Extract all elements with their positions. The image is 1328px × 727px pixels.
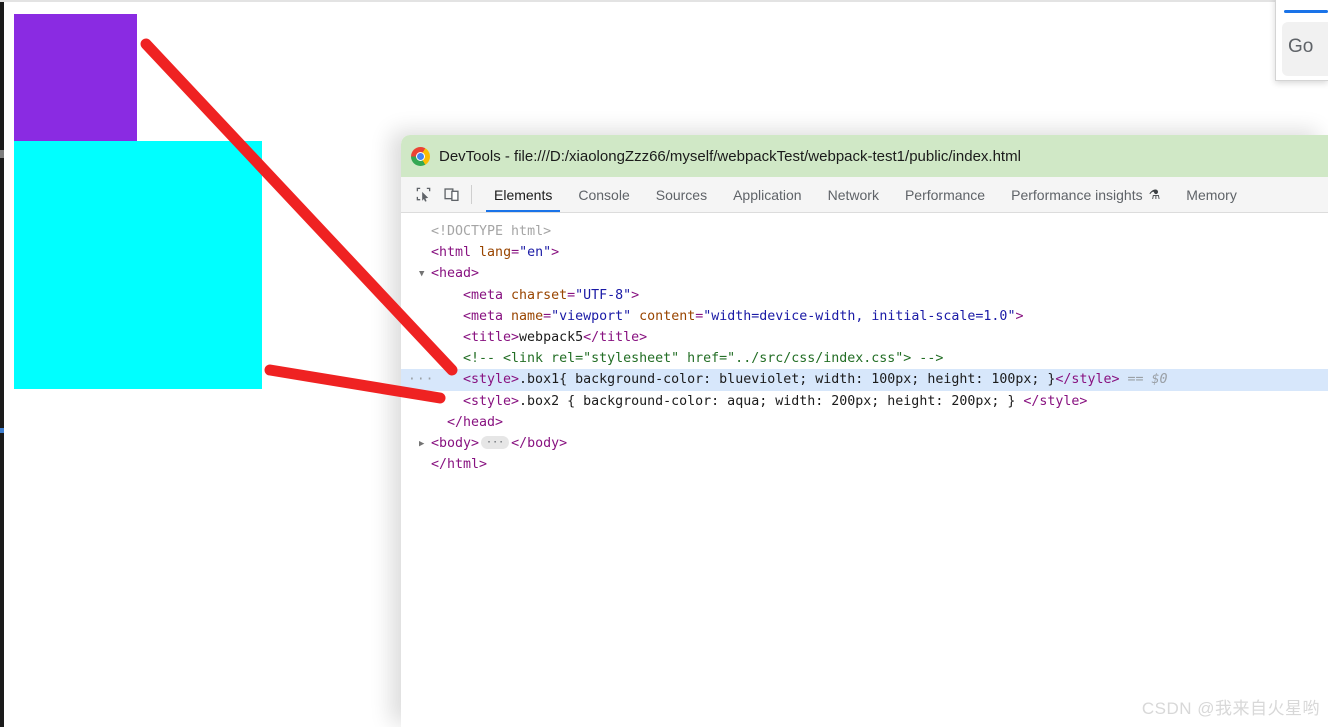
experiment-flask-icon: ⚗ — [1148, 186, 1161, 202]
dom-tag — [631, 309, 639, 324]
dom-attr-name: lang — [479, 245, 512, 261]
dom-tag: <title> — [463, 329, 520, 345]
dom-tag: </head> — [447, 414, 504, 430]
left-edge-window-sliver — [0, 2, 4, 727]
dom-row[interactable]: <title>webpack5</title> — [401, 327, 1328, 348]
dom-tag: <meta — [463, 308, 512, 324]
dom-sel-ref: == $0 — [1119, 372, 1168, 388]
dom-row[interactable]: <meta charset="UTF-8"> — [401, 285, 1328, 306]
tab-sources-label: Sources — [655, 186, 708, 203]
tab-performance-insights[interactable]: Performance insights ⚗ — [998, 177, 1173, 212]
devtools-tabbar: Elements Console Sources Application Net… — [401, 177, 1328, 213]
background-browser-window[interactable]: Go — [1275, 0, 1328, 81]
dom-attr-val: "viewport" — [551, 308, 632, 324]
dom-row[interactable]: <style>.box2 { background-color: aqua; w… — [401, 391, 1328, 412]
left-edge-sliver-blue-segment — [0, 428, 4, 433]
dom-tag: </html> — [431, 457, 488, 473]
background-window-card-label: Go — [1288, 36, 1314, 57]
tab-sources[interactable]: Sources — [643, 177, 720, 212]
toolbar-divider — [471, 185, 472, 204]
dom-row[interactable]: <!DOCTYPE html> — [401, 221, 1328, 242]
dom-tag: = — [511, 245, 520, 261]
dom-tag: </style> — [1023, 393, 1088, 409]
devtools-titlebar[interactable]: DevTools - file:///D:/xiaolongZzz66/myse… — [401, 135, 1328, 177]
inspect-element-icon[interactable] — [409, 177, 437, 212]
dom-row[interactable]: </head> — [401, 412, 1328, 433]
dom-doctype: <!DOCTYPE html> — [431, 224, 552, 239]
row-gutter-ellipsis-icon[interactable]: ··· — [408, 369, 434, 390]
dom-row[interactable]: ··· <style>.box1{ background-color: bluev… — [401, 369, 1328, 391]
dom-tag: </style> — [1055, 372, 1120, 388]
rendered-box1 — [14, 14, 137, 141]
tab-network-label: Network — [827, 186, 879, 203]
csdn-watermark: CSDN @我来自火星哟 — [1141, 699, 1320, 718]
dom-tag: </title> — [583, 329, 648, 345]
page-top-divider — [0, 0, 1328, 2]
dom-row[interactable]: ▼ <head> — [401, 263, 1328, 284]
dom-comment: <!-- <link rel="stylesheet" href="../src… — [463, 351, 944, 367]
collapsed-children-badge[interactable]: ··· — [481, 435, 510, 449]
dom-attr-val: "width=device-width, initial-scale=1.0" — [703, 308, 1016, 324]
dom-text-node: .box2 { background-color: aqua; width: 2… — [519, 393, 1024, 409]
dom-text-node: .box1{ background-color: blueviolet; wid… — [519, 372, 1056, 388]
tab-network[interactable]: Network — [815, 177, 892, 212]
left-edge-sliver-gray-segment — [0, 150, 4, 158]
device-toolbar-icon[interactable] — [437, 177, 465, 212]
tab-elements[interactable]: Elements — [481, 177, 565, 212]
tab-application-label: Application — [733, 186, 802, 203]
dom-tag: <head> — [431, 266, 480, 282]
tab-memory-label: Memory — [1186, 186, 1237, 203]
dom-row[interactable]: <html lang="en"> — [401, 242, 1328, 263]
dom-tag: > — [1015, 308, 1024, 324]
dom-attr-name: charset — [511, 287, 568, 303]
dom-tag: > — [631, 287, 640, 303]
dom-tag: <style> — [463, 393, 520, 409]
chrome-logo-icon — [411, 146, 430, 166]
background-window-tab-indicator — [1284, 10, 1328, 13]
devtools-window-title: DevTools - file:///D:/xiaolongZzz66/myse… — [439, 147, 1021, 165]
dom-tag: </body> — [511, 435, 568, 451]
dom-attr-val: "en" — [519, 245, 552, 261]
twisty-collapsed-icon[interactable]: ▶ — [419, 434, 431, 455]
tab-elements-label: Elements — [494, 186, 553, 203]
dom-attr-name: content — [639, 308, 696, 324]
dom-tag: = — [543, 308, 552, 324]
tab-console[interactable]: Console — [565, 177, 642, 212]
dom-row[interactable]: </html> — [401, 454, 1328, 475]
tab-memory[interactable]: Memory — [1173, 177, 1250, 212]
dom-row[interactable]: <!-- <link rel="stylesheet" href="../src… — [401, 348, 1328, 369]
tab-application[interactable]: Application — [720, 177, 815, 212]
tab-performance[interactable]: Performance — [892, 177, 998, 212]
dom-tag: <html — [431, 245, 480, 261]
dom-row[interactable]: ▶ <body> ··· </body> — [401, 433, 1328, 454]
dom-tag: = — [567, 287, 576, 303]
twisty-expanded-icon[interactable]: ▼ — [419, 264, 431, 285]
dom-tree-panel[interactable]: <!DOCTYPE html> <html lang="en"> ▼ <head> <m… — [401, 213, 1328, 475]
dom-tag: <meta — [463, 287, 512, 303]
tab-performance-insights-label: Performance insights — [1011, 186, 1143, 203]
dom-attr-val: "UTF-8" — [575, 287, 632, 303]
dom-row[interactable]: <meta name="viewport" content="width=dev… — [401, 306, 1328, 327]
dom-tag: <body> — [431, 435, 480, 451]
tab-performance-label: Performance — [904, 186, 986, 203]
dom-attr-name: name — [511, 308, 544, 324]
devtools-window: DevTools - file:///D:/xiaolongZzz66/myse… — [401, 135, 1328, 727]
tab-console-label: Console — [578, 186, 630, 203]
dom-tag: <style> — [463, 372, 520, 388]
dom-text-node: webpack5 — [519, 329, 584, 345]
dom-tag: > — [551, 245, 560, 261]
rendered-box2 — [14, 141, 262, 389]
